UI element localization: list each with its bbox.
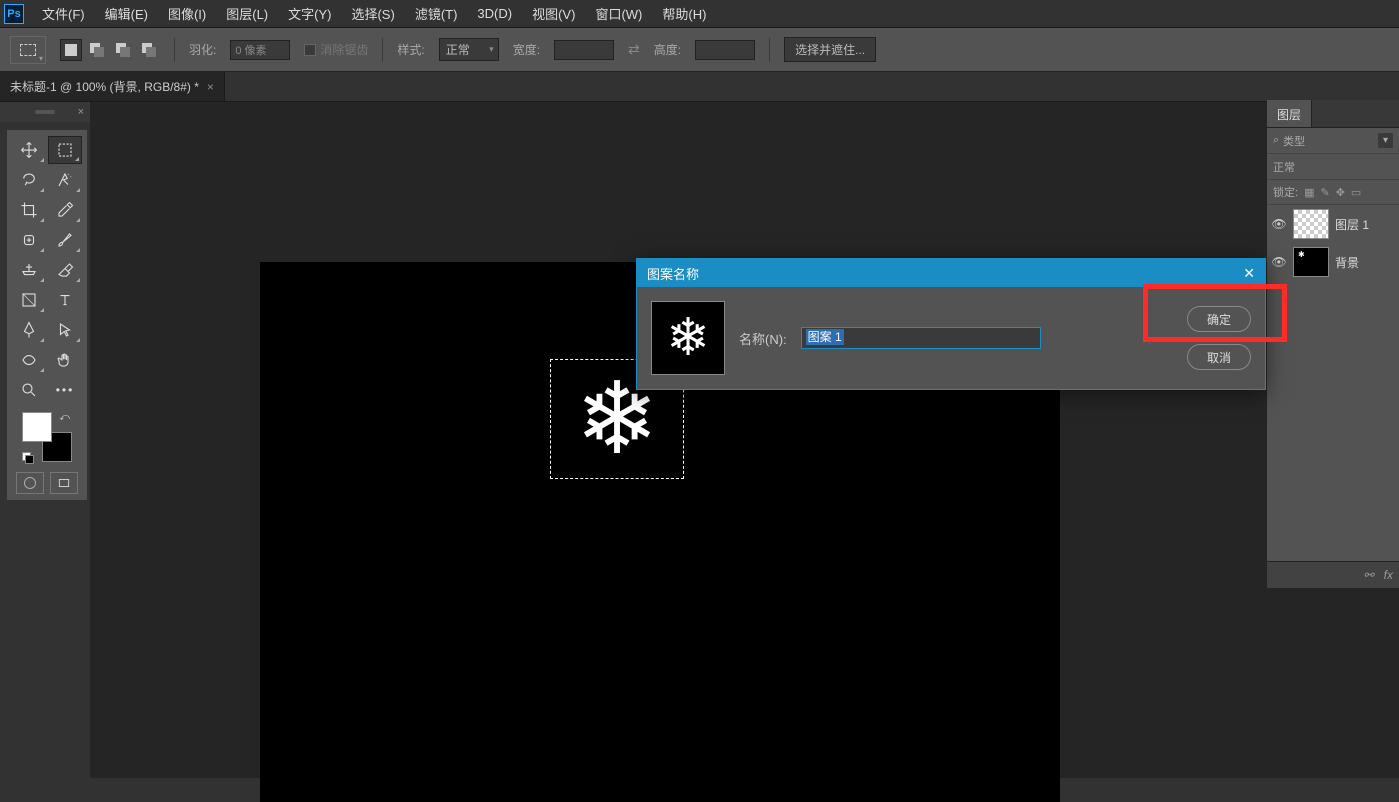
eyedropper-tool[interactable] — [48, 196, 82, 224]
move-tool[interactable] — [12, 136, 46, 164]
layer-name: 图层 1 — [1335, 216, 1369, 233]
search-icon: ⌕ — [1273, 134, 1279, 147]
menu-bar: Ps 文件(F) 编辑(E) 图像(I) 图层(L) 文字(Y) 选择(S) 滤… — [0, 0, 1399, 28]
selection-subtract-button[interactable] — [112, 39, 134, 61]
feather-label: 羽化: — [189, 41, 216, 58]
more-tools[interactable]: ••• — [48, 376, 82, 404]
type-tool[interactable] — [48, 286, 82, 314]
layers-panel: 图层 ⌕ 类型 ▾ 正常 锁定: ▦ ✎ ✥ ▭ 👁 图层 1 👁 背景 ⚯ f… — [1267, 100, 1399, 588]
filter-dropdown[interactable]: ▾ — [1378, 133, 1393, 148]
app-logo: Ps — [4, 4, 24, 24]
foreground-color-swatch[interactable] — [22, 412, 52, 442]
hand-tool[interactable] — [48, 346, 82, 374]
layers-tab[interactable]: 图层 — [1267, 100, 1312, 127]
shape-tool[interactable] — [12, 346, 46, 374]
width-input[interactable] — [554, 40, 614, 60]
toolbox: ••• ⤺ — [7, 130, 87, 500]
blend-mode-select[interactable]: 正常 — [1273, 159, 1295, 175]
lock-position-icon[interactable]: ✎ — [1320, 186, 1329, 199]
fx-icon[interactable]: fx — [1384, 568, 1393, 582]
height-input[interactable] — [695, 40, 755, 60]
antialias-label: 消除锯齿 — [320, 41, 368, 58]
gradient-tool[interactable] — [12, 286, 46, 314]
dialog-title: 图案名称 — [647, 264, 699, 283]
width-label: 宽度: — [513, 41, 540, 58]
menu-edit[interactable]: 编辑(E) — [95, 0, 158, 27]
divider — [382, 38, 383, 62]
divider — [769, 38, 770, 62]
selection-mode-group — [60, 39, 160, 61]
selection-add-button[interactable] — [86, 39, 108, 61]
link-layers-icon[interactable]: ⚯ — [1364, 568, 1374, 582]
menu-view[interactable]: 视图(V) — [522, 0, 585, 27]
screen-mode-button[interactable] — [50, 472, 78, 494]
pattern-name-dialog: 图案名称 ✕ ❄ 名称(N): 图案 1 确定 取消 — [636, 258, 1266, 390]
ok-button[interactable]: 确定 — [1187, 306, 1251, 332]
zoom-tool[interactable] — [12, 376, 46, 404]
menu-3d[interactable]: 3D(D) — [467, 2, 522, 25]
visibility-icon[interactable]: 👁 — [1271, 255, 1287, 269]
document-tab[interactable]: 未标题-1 @ 100% (背景, RGB/8#) * × — [0, 72, 225, 101]
antialias-checkbox[interactable] — [304, 44, 316, 56]
menu-select[interactable]: 选择(S) — [341, 0, 404, 27]
layer-thumbnail — [1293, 209, 1329, 239]
dialog-close-button[interactable]: ✕ — [1243, 265, 1255, 282]
selection-intersect-button[interactable] — [138, 39, 160, 61]
options-bar: 羽化: 消除锯齿 样式: 正常 宽度: ⇄ 高度: 选择并遮住... — [0, 28, 1399, 72]
document-tab-title: 未标题-1 @ 100% (背景, RGB/8#) * — [10, 78, 199, 95]
name-field-label: 名称(N): — [739, 329, 787, 348]
document-tab-close[interactable]: × — [207, 80, 214, 94]
panel-collapse-handle[interactable]: × — [0, 102, 90, 122]
tool-preset-dropdown[interactable] — [10, 36, 46, 64]
dialog-titlebar[interactable]: 图案名称 ✕ — [637, 259, 1265, 287]
document-tab-bar: 未标题-1 @ 100% (背景, RGB/8#) * × — [0, 72, 1399, 102]
layer-item-background[interactable]: 👁 背景 — [1267, 243, 1399, 281]
layer-name: 背景 — [1335, 254, 1359, 271]
lock-move-icon[interactable]: ✥ — [1336, 186, 1345, 199]
quick-select-tool[interactable] — [48, 166, 82, 194]
menu-window[interactable]: 窗口(W) — [585, 0, 652, 27]
layers-panel-footer: ⚯ fx — [1267, 561, 1399, 588]
color-swatches: ⤺ — [22, 412, 72, 462]
lock-label: 锁定: — [1273, 184, 1298, 200]
menu-help[interactable]: 帮助(H) — [652, 0, 716, 27]
menu-file[interactable]: 文件(F) — [32, 0, 95, 27]
menu-layer[interactable]: 图层(L) — [216, 0, 278, 27]
pattern-name-input[interactable]: 图案 1 — [801, 327, 1041, 349]
quick-mask-button[interactable] — [16, 472, 44, 494]
pen-tool[interactable] — [12, 316, 46, 344]
path-select-tool[interactable] — [48, 316, 82, 344]
select-and-mask-button[interactable]: 选择并遮住... — [784, 37, 876, 62]
divider — [174, 38, 175, 62]
lock-pixels-icon[interactable]: ▦ — [1304, 186, 1314, 199]
pattern-preview: ❄ — [651, 301, 725, 375]
style-select[interactable]: 正常 — [439, 38, 499, 61]
antialias-checkbox-group[interactable]: 消除锯齿 — [304, 41, 368, 58]
canvas-area: ❄ — [90, 102, 1399, 778]
layer-thumbnail — [1293, 247, 1329, 277]
brush-tool[interactable] — [48, 226, 82, 254]
default-colors-icon[interactable] — [22, 452, 32, 462]
menu-image[interactable]: 图像(I) — [158, 0, 216, 27]
swap-colors-icon[interactable]: ⤺ — [59, 412, 70, 423]
clone-stamp-tool[interactable] — [12, 256, 46, 284]
feather-input[interactable] — [230, 40, 290, 60]
healing-brush-tool[interactable] — [12, 226, 46, 254]
marquee-icon — [20, 44, 36, 56]
layer-item-1[interactable]: 👁 图层 1 — [1267, 205, 1399, 243]
lasso-tool[interactable] — [12, 166, 46, 194]
menu-filter[interactable]: 滤镜(T) — [405, 0, 468, 27]
visibility-icon[interactable]: 👁 — [1271, 217, 1287, 231]
selection-new-button[interactable] — [60, 39, 82, 61]
marquee-tool[interactable] — [48, 136, 82, 164]
menu-type[interactable]: 文字(Y) — [278, 0, 341, 27]
filter-type-label[interactable]: 类型 — [1283, 133, 1374, 149]
cancel-button[interactable]: 取消 — [1187, 344, 1251, 370]
lock-artboard-icon[interactable]: ▭ — [1351, 186, 1361, 199]
swap-wh-icon[interactable]: ⇄ — [628, 41, 640, 58]
crop-tool[interactable] — [12, 196, 46, 224]
height-label: 高度: — [654, 41, 681, 58]
eraser-tool[interactable] — [48, 256, 82, 284]
style-label: 样式: — [397, 41, 424, 58]
